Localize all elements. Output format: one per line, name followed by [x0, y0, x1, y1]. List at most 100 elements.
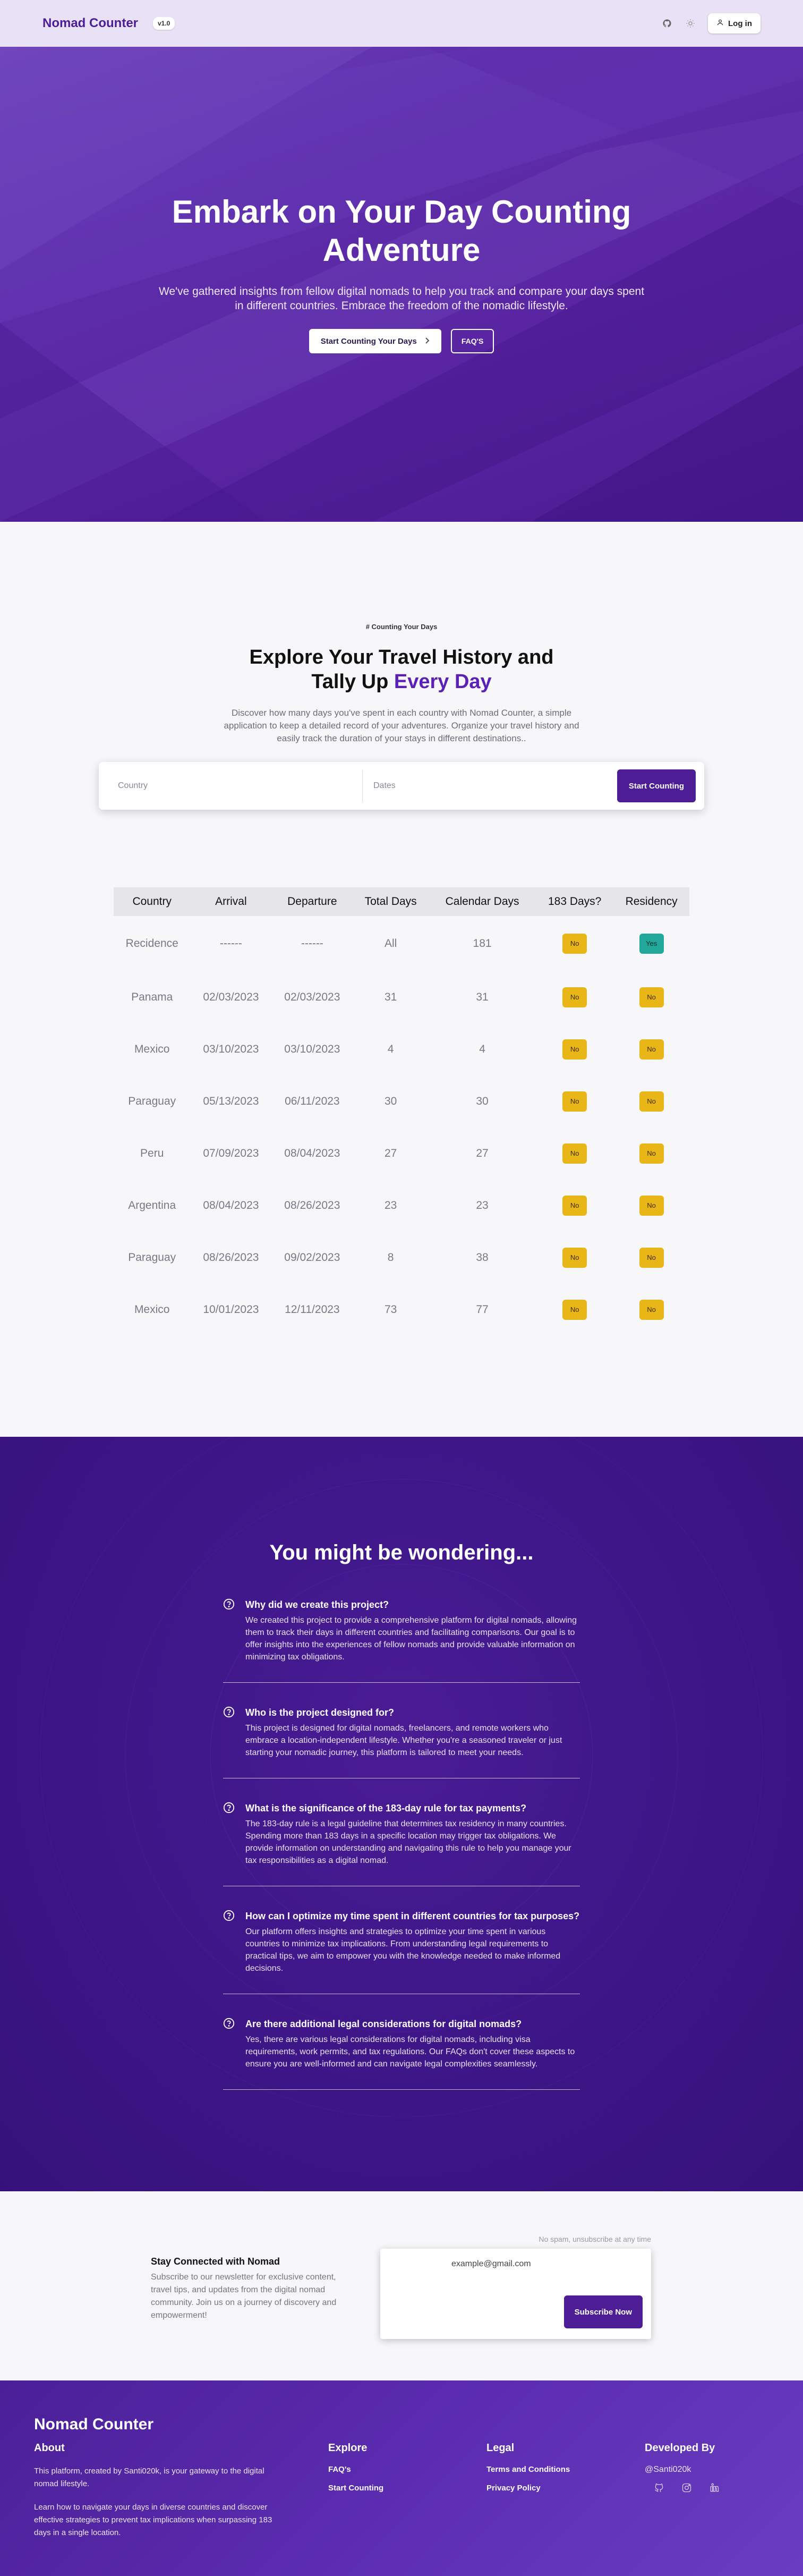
faq-list: Why did we create this project? We create… [223, 1598, 580, 2113]
user-icon [716, 19, 724, 28]
faqs-button[interactable]: FAQ'S [450, 329, 494, 353]
cell-departure: 09/02/2023 [284, 1251, 340, 1264]
section-kicker: # Counting Your Days [365, 623, 438, 631]
footer-legal: Legal Terms and Conditions Privacy Polic… [486, 2442, 570, 2502]
cell-calendar: 23 [476, 1199, 489, 1211]
header-183-days: 183 Days? [548, 895, 602, 908]
183-days-badge: No [562, 1300, 587, 1320]
footer-link-start-counting[interactable]: Start Counting [328, 2484, 383, 2493]
github-icon[interactable] [653, 2482, 665, 2494]
linkedin-icon[interactable] [708, 2482, 720, 2494]
newsletter-section: No spam, unsubscribe at any time Stay Co… [0, 2191, 803, 2380]
cell-country: Mexico [134, 1303, 170, 1316]
explore-description: Discover how many days you've spent in e… [224, 708, 579, 743]
question-circle-icon [223, 1910, 235, 1921]
cell-calendar: 181 [473, 937, 492, 950]
residency-badge: No [639, 1091, 664, 1112]
faq-answer: The 183-day rule is a legal guideline th… [245, 1819, 571, 1865]
residency-badge: No [639, 1039, 664, 1060]
cell-calendar: 38 [476, 1251, 489, 1264]
faq-item[interactable]: Why did we create this project? We create… [223, 1598, 580, 1683]
country-input[interactable] [118, 781, 352, 791]
footer-link-terms[interactable]: Terms and Conditions [486, 2465, 570, 2474]
cell-arrival: ------ [219, 937, 242, 950]
faq-answer: Our platform offers insights and strateg… [245, 1927, 561, 1973]
cell-d183: No [536, 1128, 613, 1180]
github-icon[interactable] [661, 18, 673, 29]
hero-section: Embark on Your Day Counting Adventure We… [0, 47, 803, 522]
header-country: Country [132, 895, 172, 908]
header-calendar-days: Calendar Days [445, 895, 519, 908]
footer-explore-heading: Explore [328, 2442, 368, 2454]
cell-country: Argentina [128, 1199, 176, 1211]
cell-d183: No [536, 1075, 613, 1128]
table-row: Argentina 08/04/2023 08/26/2023 23 23 No No [114, 1180, 689, 1232]
dates-input[interactable] [373, 781, 617, 791]
footer-about-text: This platform, created by Santi020k, is … [34, 2467, 264, 2488]
hero-subtitle: We've gathered insights from fellow digi… [158, 285, 645, 312]
cell-total: 23 [384, 1199, 397, 1211]
faq-answer: This project is designed for digital nom… [245, 1724, 562, 1757]
residency-badge: Yes [639, 934, 664, 954]
top-navbar: Nomad Counter v1.0 Log in [0, 0, 803, 47]
footer: Nomad Counter About This platform, creat… [0, 2380, 803, 2576]
183-days-badge: No [562, 1091, 587, 1112]
cell-total: 30 [384, 1095, 397, 1107]
cell-residency: No [613, 1284, 689, 1336]
cell-country: Recidence [125, 937, 178, 950]
instagram-icon[interactable] [681, 2482, 693, 2494]
faq-section: You might be wondering... Why did we cre… [0, 1437, 803, 2191]
faq-answer: We created this project to provide a com… [245, 1616, 577, 1662]
footer-developer-heading: Developed By [645, 2442, 715, 2454]
cell-d183: No [536, 1180, 613, 1232]
183-days-badge: No [562, 1248, 587, 1268]
chevron-right-icon [424, 337, 430, 346]
login-button[interactable]: Log in [708, 13, 761, 33]
cell-departure: 12/11/2023 [285, 1303, 340, 1316]
faq-item[interactable]: Who is the project designed for? This pro… [223, 1706, 580, 1778]
newsletter-email-input[interactable] [451, 2259, 568, 2269]
cell-arrival: 07/09/2023 [203, 1147, 259, 1159]
faq-item[interactable]: What is the significance of the 183-day … [223, 1802, 580, 1886]
table-row: Mexico 03/10/2023 03/10/2023 4 4 No No [114, 1023, 689, 1075]
faq-question: Are there additional legal consideration… [245, 2019, 522, 2029]
footer-developer: Developed By @Santi020k [645, 2442, 720, 2494]
hero-content: Embark on Your Day Counting Adventure We… [0, 193, 803, 353]
table-row: Recidence ------ ------ All 181 No Yes [114, 916, 689, 971]
explore-title-line2: Tally Up [311, 671, 389, 693]
brand-logo[interactable]: Nomad Counter [42, 16, 138, 31]
cell-residency: No [613, 1023, 689, 1075]
cell-total: 73 [384, 1303, 397, 1316]
faq-question: What is the significance of the 183-day … [245, 1803, 527, 1814]
footer-link-faqs[interactable]: FAQ's [328, 2465, 383, 2474]
explore-title: Explore Your Travel History and Tally Up… [0, 645, 803, 694]
developer-handle[interactable]: @Santi020k [645, 2465, 720, 2475]
183-days-badge: No [562, 987, 587, 1007]
cell-country: Paraguay [128, 1251, 176, 1264]
cell-total: 8 [387, 1251, 394, 1264]
residency-badge: No [639, 1143, 664, 1164]
header-total-days: Total Days [364, 895, 417, 908]
start-counting-days-button[interactable]: Start Counting Your Days [309, 329, 441, 353]
footer-link-privacy[interactable]: Privacy Policy [486, 2484, 570, 2493]
cell-total: 31 [384, 991, 397, 1003]
faq-item[interactable]: How can I optimize my time spent in diff… [223, 1910, 580, 1994]
cell-d183: No [536, 971, 613, 1023]
cell-d183: No [536, 916, 613, 971]
newsletter-form: Subscribe Now [380, 2249, 651, 2339]
subscribe-button[interactable]: Subscribe Now [563, 2295, 643, 2328]
table-header-row: Country Arrival Departure Total Days Cal… [114, 887, 689, 916]
cell-residency: No [613, 971, 689, 1023]
question-circle-icon [223, 1598, 235, 1610]
cell-calendar: 77 [476, 1303, 489, 1316]
cell-residency: Yes [613, 916, 689, 971]
header-residency: Residency [625, 895, 678, 908]
cell-total: 4 [387, 1043, 394, 1055]
start-counting-button[interactable]: Start Counting [617, 769, 696, 802]
theme-toggle-icon[interactable] [685, 18, 696, 29]
cell-residency: No [613, 1180, 689, 1232]
table-body: Recidence ------ ------ All 181 No Yes Panama 02… [114, 916, 689, 1336]
faq-item[interactable]: Are there additional legal consideration… [223, 2018, 580, 2090]
faq-answer: Yes, there are various legal considerati… [245, 2035, 575, 2069]
183-days-badge: No [562, 1196, 587, 1216]
